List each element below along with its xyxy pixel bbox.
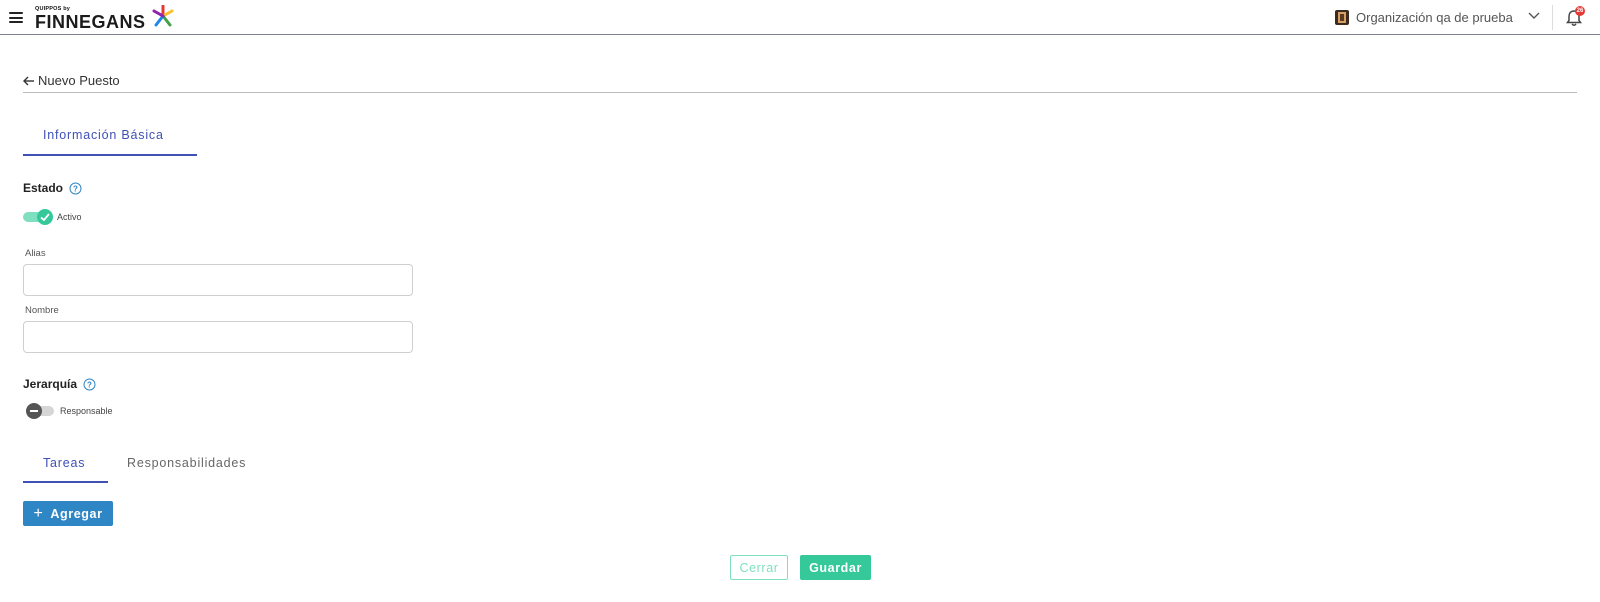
logo-star-icon bbox=[152, 5, 174, 27]
tab-tareas[interactable]: Tareas bbox=[43, 456, 85, 470]
jerarquia-toggle-label: Responsable bbox=[60, 406, 113, 416]
jerarquia-label: Jerarquía ? bbox=[23, 377, 96, 391]
check-icon bbox=[40, 213, 50, 222]
jerarquia-toggle[interactable] bbox=[26, 403, 56, 419]
alias-input[interactable] bbox=[23, 264, 413, 296]
help-icon[interactable]: ? bbox=[69, 182, 82, 195]
organization-name[interactable]: Organización qa de prueba bbox=[1356, 10, 1513, 25]
jerarquia-toggle-thumb bbox=[26, 403, 42, 419]
add-button-label: Agregar bbox=[50, 506, 103, 521]
estado-toggle[interactable] bbox=[23, 209, 53, 225]
back-link[interactable]: Nuevo Puesto bbox=[23, 73, 120, 88]
estado-toggle-label: Activo bbox=[57, 212, 82, 222]
tab-informacion-basica[interactable]: Información Básica bbox=[43, 128, 164, 142]
jerarquia-label-text: Jerarquía bbox=[23, 377, 78, 391]
subtab-active-indicator bbox=[23, 481, 108, 483]
chevron-down-icon[interactable] bbox=[1528, 12, 1540, 20]
organization-icon bbox=[1335, 10, 1349, 25]
title-divider bbox=[23, 92, 1577, 93]
svg-text:?: ? bbox=[73, 184, 78, 193]
alias-label: Alias bbox=[25, 248, 46, 259]
finnegans-logo[interactable]: QUIPPOS by FINNEGANS bbox=[35, 5, 175, 31]
estado-label: Estado ? bbox=[23, 181, 82, 195]
top-bar: QUIPPOS by FINNEGANS Organización qa de … bbox=[0, 0, 1600, 35]
svg-text:?: ? bbox=[87, 380, 92, 389]
estado-toggle-thumb bbox=[37, 209, 53, 225]
menu-icon[interactable] bbox=[9, 12, 23, 23]
nombre-input[interactable] bbox=[23, 321, 413, 353]
add-button[interactable]: + Agregar bbox=[23, 501, 113, 526]
plus-icon: + bbox=[33, 504, 44, 522]
arrow-left-icon bbox=[23, 76, 34, 85]
estado-label-text: Estado bbox=[23, 181, 64, 195]
logo-big-text: FINNEGANS bbox=[35, 12, 146, 32]
close-button[interactable]: Cerrar bbox=[730, 555, 788, 580]
nombre-label: Nombre bbox=[25, 305, 59, 316]
notification-badge: 26 bbox=[1575, 6, 1585, 16]
help-icon[interactable]: ? bbox=[83, 378, 96, 391]
page-title: Nuevo Puesto bbox=[38, 73, 120, 88]
tab-active-indicator bbox=[23, 154, 197, 156]
save-button[interactable]: Guardar bbox=[800, 555, 871, 580]
header-divider bbox=[1552, 5, 1553, 30]
tab-responsabilidades[interactable]: Responsabilidades bbox=[127, 456, 246, 470]
